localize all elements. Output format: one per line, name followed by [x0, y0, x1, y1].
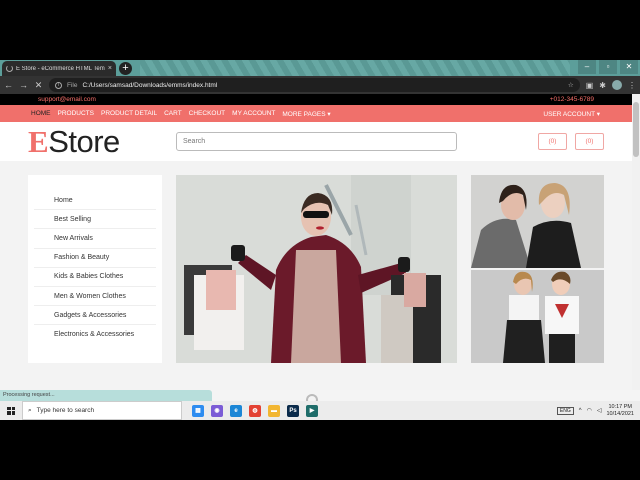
support-email[interactable]: support@email.com: [38, 96, 96, 103]
url-field[interactable]: i File C:/Users/samsad/Downloads/emms/in…: [49, 78, 580, 92]
screen: E Store - eCommerce HTML Tem × + – ▫ ✕ ←…: [0, 60, 640, 420]
forward-arrow-icon[interactable]: →: [19, 80, 28, 90]
close-window-icon[interactable]: ✕: [620, 60, 638, 74]
cart-button[interactable]: (0): [575, 133, 604, 150]
start-button[interactable]: [0, 401, 22, 420]
bookmark-star-icon[interactable]: ☆: [568, 81, 574, 89]
logo-text: Store: [48, 124, 120, 159]
nav-products[interactable]: PRODUCTS: [55, 110, 97, 117]
address-bar: ← → ✕ i File C:/Users/samsad/Downloads/e…: [0, 76, 640, 94]
info-icon[interactable]: i: [55, 81, 62, 89]
search-icon: ⌕: [28, 406, 32, 414]
photoshop-app-icon[interactable]: Ps: [287, 404, 299, 417]
tab-close-icon[interactable]: ×: [108, 65, 112, 72]
category-gadgets[interactable]: Gadgets & Accessories: [34, 306, 156, 326]
logo-initial: E: [28, 124, 49, 159]
browser-tab-strip: E Store - eCommerce HTML Tem × + – ▫ ✕: [0, 60, 640, 76]
category-home[interactable]: Home: [34, 191, 156, 211]
main-content: Home Best Selling New Arrivals Fashion &…: [0, 161, 632, 390]
category-kids-babies[interactable]: Kids & Babies Clothes: [34, 268, 156, 287]
nav-checkout[interactable]: CHECKOUT: [186, 110, 228, 117]
site-logo[interactable]: EStore: [28, 126, 176, 157]
maximize-icon[interactable]: ▫: [599, 60, 617, 74]
extension-icon[interactable]: ▣: [586, 81, 594, 90]
browser-tab[interactable]: E Store - eCommerce HTML Tem ×: [2, 61, 116, 76]
nav-cart[interactable]: CART: [161, 110, 185, 117]
nav-more-pages[interactable]: MORE PAGES ▾: [279, 110, 333, 118]
scrollbar-thumb[interactable]: [633, 102, 639, 157]
category-electronics[interactable]: Electronics & Accessories: [34, 325, 156, 344]
search-input[interactable]: Search: [176, 132, 457, 151]
file-explorer-icon[interactable]: ▬: [268, 404, 280, 417]
nav-home[interactable]: HOME: [28, 110, 54, 117]
promo-image-kids[interactable]: [471, 270, 604, 363]
shopping-woman-illustration: [176, 175, 457, 363]
volume-icon[interactable]: ◁: [597, 407, 602, 414]
clock[interactable]: 10:17 PM 10/14/2021: [606, 404, 634, 418]
nav-user-account[interactable]: USER ACCOUNT ▾: [540, 110, 603, 118]
new-tab-button[interactable]: +: [119, 62, 132, 75]
cart-count: (0): [585, 138, 594, 145]
contact-bar: support@email.com +012-345-6789: [0, 94, 632, 105]
profile-avatar[interactable]: [612, 80, 622, 90]
minimize-icon[interactable]: –: [578, 60, 596, 74]
web-page: support@email.com +012-345-6789 HOME PRO…: [0, 94, 632, 390]
chrome-app-icon[interactable]: ◍: [249, 404, 261, 417]
tab-title: E Store - eCommerce HTML Tem: [16, 65, 105, 72]
chevron-up-icon[interactable]: ^: [579, 408, 582, 414]
nav-my-account[interactable]: MY ACCOUNT: [229, 110, 278, 117]
windows-logo-icon: [7, 406, 15, 415]
viber-app-icon[interactable]: ◉: [211, 404, 223, 417]
url-scheme-label: File: [67, 81, 78, 89]
taskbar-search[interactable]: ⌕ Type here to search: [22, 401, 182, 420]
system-tray: ENG ^ ◠ ◁ 10:17 PM 10/14/2021: [556, 404, 640, 418]
widgets-app-icon[interactable]: ▦: [192, 404, 204, 417]
editor-app-icon[interactable]: ▶: [306, 404, 318, 417]
hero-slider-image[interactable]: [176, 175, 457, 363]
category-fashion-beauty[interactable]: Fashion & Beauty: [34, 249, 156, 268]
wishlist-count: (0): [548, 138, 557, 145]
nav-product-detail[interactable]: PRODUCT DETAIL: [98, 110, 160, 117]
category-sidebar: Home Best Selling New Arrivals Fashion &…: [28, 175, 162, 363]
site-header: EStore Search (0) (0): [0, 122, 632, 161]
window-controls: – ▫ ✕: [578, 60, 638, 74]
category-men-women[interactable]: Men & Women Clothes: [34, 287, 156, 307]
clock-time: 10:17 PM: [608, 403, 632, 410]
promo-image-women[interactable]: [471, 175, 604, 268]
two-women-photo: [471, 175, 604, 268]
promo-images: [471, 175, 604, 363]
network-icon[interactable]: ◠: [587, 407, 592, 414]
clock-date: 10/14/2021: [606, 410, 634, 417]
windows-taskbar: ⌕ Type here to search ▦ ◉ e ◍ ▬ Ps ▶ ENG…: [0, 401, 640, 420]
category-new-arrivals[interactable]: New Arrivals: [34, 229, 156, 249]
category-best-selling[interactable]: Best Selling: [34, 210, 156, 230]
taskbar-apps: ▦ ◉ e ◍ ▬ Ps ▶: [192, 404, 318, 417]
support-phone[interactable]: +012-345-6789: [550, 96, 594, 103]
menu-dots-icon[interactable]: ⋮: [628, 81, 636, 90]
puzzle-icon[interactable]: ✱: [599, 81, 606, 90]
tab-strip-background: [140, 60, 570, 76]
taskbar-search-placeholder: Type here to search: [36, 407, 95, 414]
main-nav: HOME PRODUCTS PRODUCT DETAIL CART CHECKO…: [0, 105, 632, 122]
keyboard-icon[interactable]: ENG: [556, 406, 574, 415]
stop-icon[interactable]: ✕: [34, 80, 43, 91]
back-arrow-icon[interactable]: ←: [4, 80, 13, 90]
browser-status: Processing request...: [0, 390, 212, 401]
edge-app-icon[interactable]: e: [230, 404, 242, 417]
url-text[interactable]: C:/Users/samsad/Downloads/emms/index.htm…: [82, 82, 562, 89]
page-scrollbar[interactable]: [632, 94, 640, 390]
loading-spinner-icon: [6, 65, 13, 72]
header-buttons: (0) (0): [538, 133, 604, 150]
two-kids-photo: [471, 270, 604, 363]
wishlist-button[interactable]: (0): [538, 133, 567, 150]
